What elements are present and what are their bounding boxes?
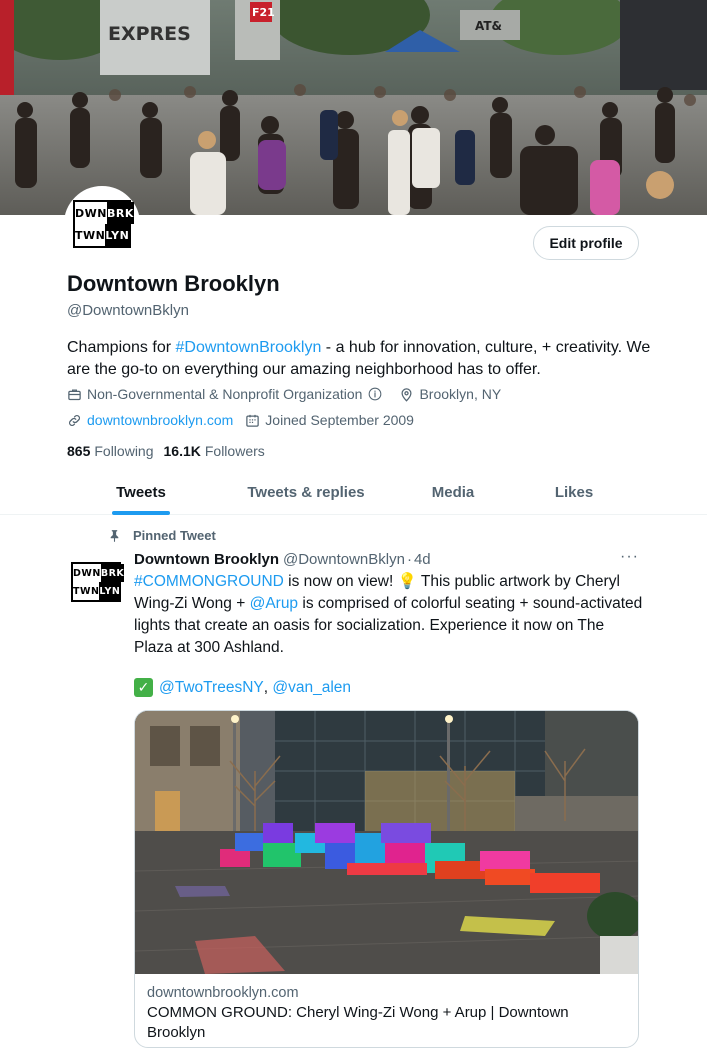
link-icon bbox=[69, 414, 80, 426]
followers-count: 16.1K bbox=[163, 443, 201, 459]
banner-image: F21 EXPRES AT& bbox=[0, 0, 707, 215]
tab-tweets[interactable]: Tweets bbox=[95, 470, 187, 515]
tweet-header: Downtown Brooklyn @DowntownBklyn · 4d bbox=[134, 551, 431, 568]
profile-category-text: Non-Governmental & Nonprofit Organizatio… bbox=[87, 386, 363, 402]
following-link[interactable]: 865 Following bbox=[67, 443, 154, 459]
profile-tabs: Tweets Tweets & replies Media Likes bbox=[0, 470, 707, 515]
banner-sign-express: EXPRES bbox=[108, 23, 191, 45]
link-preview-card[interactable]: downtownbrooklyn.com COMMON GROUND: Cher… bbox=[134, 710, 639, 1048]
profile-category: Non-Governmental & Nonprofit Organizatio… bbox=[67, 386, 387, 402]
logo-text-twn: TWN bbox=[73, 582, 100, 600]
logo-text-lyn: LYN bbox=[105, 224, 130, 246]
downtown-brooklyn-logo: DWN BRK TWN LYN bbox=[73, 200, 134, 248]
tab-likes[interactable]: Likes bbox=[538, 470, 610, 515]
tab-media[interactable]: Media bbox=[415, 470, 491, 515]
logo-text-brk: BRK bbox=[106, 202, 134, 224]
calendar-icon bbox=[246, 414, 260, 427]
logo-text-brk: BRK bbox=[100, 564, 125, 582]
tweet-mention-van-alen[interactable]: @van_alen bbox=[272, 679, 351, 697]
location-pin-icon bbox=[401, 387, 412, 402]
banner-sign-f21: F21 bbox=[252, 6, 275, 19]
profile-joined: Joined September 2009 bbox=[245, 412, 414, 428]
card-domain: downtownbrooklyn.com bbox=[147, 985, 299, 1001]
logo-text-dwn: DWN bbox=[73, 564, 101, 582]
tweet-mention-arup[interactable]: @Arup bbox=[250, 595, 298, 612]
tweet-timestamp[interactable]: 4d bbox=[414, 551, 431, 568]
info-icon[interactable] bbox=[368, 387, 382, 401]
tweet-mention-twotrees[interactable]: @TwoTreesNY bbox=[159, 679, 264, 697]
profile-location-text: Brooklyn, NY bbox=[419, 386, 502, 402]
logo-text-twn: TWN bbox=[75, 224, 106, 246]
banner-sign-att: AT& bbox=[475, 19, 502, 33]
following-label: Following bbox=[94, 443, 154, 459]
pinned-tweet-label: Pinned Tweet bbox=[108, 528, 216, 543]
profile-joined-text: Joined September 2009 bbox=[265, 412, 414, 428]
followers-link[interactable]: 16.1K Followers bbox=[164, 443, 265, 459]
tab-tweets-replies[interactable]: Tweets & replies bbox=[230, 470, 382, 515]
tweet-avatar[interactable]: DWN BRK TWN LYN bbox=[67, 553, 125, 611]
tweet-body: #COMMONGROUND is now on view! 💡 This pub… bbox=[134, 571, 644, 659]
profile-handle: @DowntownBklyn bbox=[67, 302, 189, 319]
profile-name: Downtown Brooklyn bbox=[67, 271, 280, 296]
profile-bio: Champions for #DowntownBrooklyn - a hub … bbox=[67, 337, 667, 381]
briefcase-icon bbox=[68, 389, 81, 400]
following-count: 865 bbox=[67, 443, 91, 459]
followers-label: Followers bbox=[204, 443, 265, 459]
logo-text-lyn: LYN bbox=[99, 582, 121, 600]
card-image bbox=[135, 711, 638, 974]
profile-location: Brooklyn, NY bbox=[399, 386, 501, 402]
logo-text-dwn: DWN bbox=[75, 202, 107, 224]
profile-website-link[interactable]: downtownbrooklyn.com bbox=[87, 412, 233, 428]
card-title: COMMON GROUND: Cheryl Wing-Zi Wong + Aru… bbox=[147, 1004, 569, 1041]
tweet-comma: , bbox=[263, 678, 273, 696]
active-tab-indicator bbox=[112, 511, 170, 515]
follow-stats: 865 Following 16.1K Followers bbox=[67, 443, 275, 459]
pin-icon bbox=[110, 530, 119, 542]
tweet-author-handle[interactable]: @DowntownBklyn bbox=[283, 551, 405, 568]
profile-meta-row-2: downtownbrooklyn.com Joined September 20… bbox=[67, 412, 426, 428]
bio-hashtag-link[interactable]: #DowntownBrooklyn bbox=[176, 339, 322, 356]
tweet-tags-line: ✓ @TwoTreesNY , @van_alen bbox=[134, 678, 351, 697]
profile-banner[interactable]: F21 EXPRES AT& bbox=[0, 0, 707, 215]
more-icon[interactable]: ··· bbox=[620, 548, 639, 566]
bio-text-start: Champions for bbox=[67, 339, 176, 356]
profile-meta-row-1: Non-Governmental & Nonprofit Organizatio… bbox=[67, 386, 513, 402]
downtown-brooklyn-logo-small: DWN BRK TWN LYN bbox=[71, 562, 125, 602]
pinned-tweet-text: Pinned Tweet bbox=[133, 528, 216, 543]
check-mark-icon: ✓ bbox=[134, 678, 153, 697]
edit-profile-button[interactable]: Edit profile bbox=[533, 226, 639, 260]
profile-website[interactable]: downtownbrooklyn.com bbox=[67, 412, 233, 428]
tweet-separator: · bbox=[406, 551, 412, 568]
tweet-hashtag-link[interactable]: #COMMONGROUND bbox=[134, 573, 284, 590]
lightbulb-icon: 💡 bbox=[397, 573, 417, 590]
tweet-author-name[interactable]: Downtown Brooklyn bbox=[134, 551, 279, 568]
tweet-text-part-1: is now on view! bbox=[283, 573, 398, 590]
profile-avatar[interactable]: DWN BRK TWN LYN bbox=[64, 186, 140, 262]
